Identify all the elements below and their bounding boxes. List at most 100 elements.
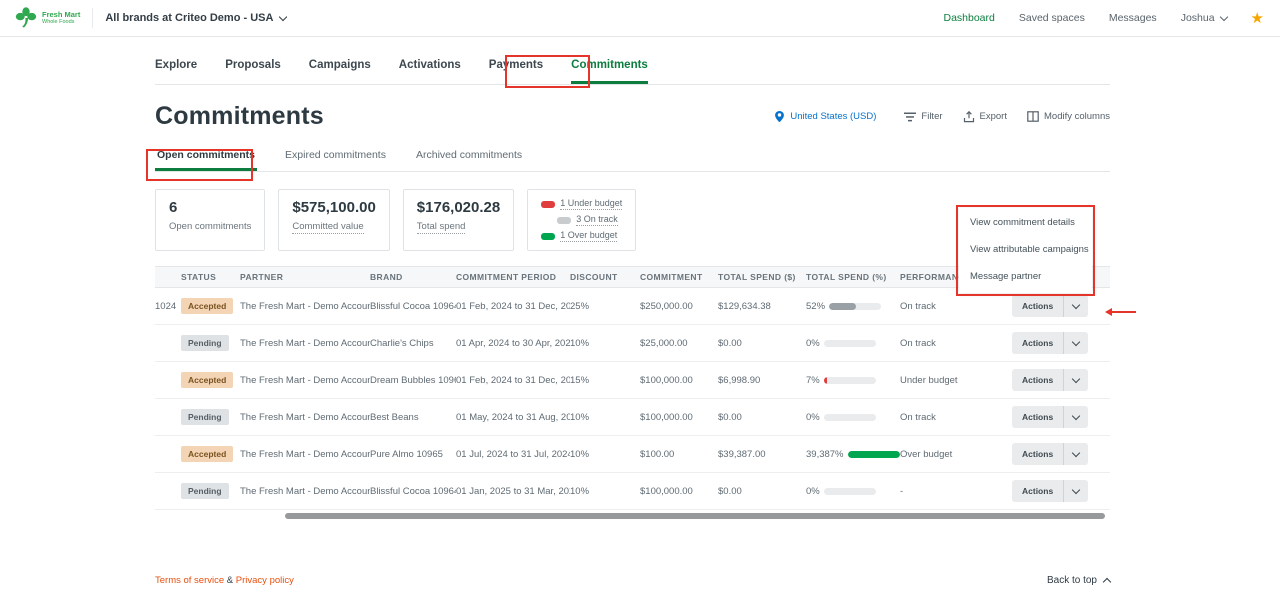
- col-total-spend-pct[interactable]: TOTAL SPEND (%): [806, 267, 900, 288]
- actions-button-label[interactable]: Actions: [1012, 486, 1063, 496]
- col-status[interactable]: STATUS: [181, 267, 240, 288]
- spend-pct-cell: 0%: [806, 399, 900, 436]
- favorite-star-icon[interactable]: ★: [1251, 11, 1264, 26]
- chevron-down-icon: [1072, 300, 1080, 308]
- actions-button[interactable]: Actions: [1012, 406, 1088, 428]
- spend-progress-bar: [824, 414, 876, 421]
- row-id: [155, 325, 181, 362]
- partner-cell: The Fresh Mart - Demo Account: [240, 325, 370, 362]
- filter-button[interactable]: Filter: [904, 111, 942, 122]
- main-tab-proposals[interactable]: Proposals: [225, 59, 281, 84]
- account-selector[interactable]: All brands at Criteo Demo - USA: [105, 12, 286, 24]
- spend-pct-cell: 7%: [806, 362, 900, 399]
- actions-dropdown[interactable]: [1064, 342, 1088, 345]
- page-root: Fresh Mart Whole Foods All brands at Cri…: [0, 0, 1280, 609]
- spend-pct-value: 0%: [806, 412, 820, 423]
- main-nav: Explore Proposals Campaigns Activations …: [155, 37, 1110, 85]
- legend-under-budget: 1 Under budget: [541, 198, 622, 210]
- card-total-spend: $176,020.28 Total spend: [403, 189, 514, 251]
- spend-pct-value: 0%: [806, 486, 820, 497]
- actions-button-label[interactable]: Actions: [1012, 449, 1063, 459]
- commitment-cell: $250,000.00: [640, 288, 718, 325]
- under-budget-label: 1 Under budget: [560, 198, 622, 210]
- actions-dropdown[interactable]: [1064, 379, 1088, 382]
- privacy-policy-link[interactable]: Privacy policy: [236, 575, 294, 586]
- actions-dropdown[interactable]: [1064, 490, 1088, 493]
- discount-cell: 25%: [570, 288, 640, 325]
- chevron-down-icon: [279, 12, 287, 20]
- col-commitment[interactable]: COMMITMENT: [640, 267, 718, 288]
- terms-of-service-link[interactable]: Terms of service: [155, 575, 224, 586]
- back-to-top-button[interactable]: Back to top: [1047, 575, 1110, 586]
- footer: Terms of service & Privacy policy Back t…: [155, 575, 1110, 586]
- total-spend-cell: $0.00: [718, 473, 806, 510]
- col-discount[interactable]: DISCOUNT: [570, 267, 640, 288]
- period-cell: 01 Apr, 2024 to 30 Apr, 2024: [456, 325, 570, 362]
- col-commitment-period[interactable]: COMMITMENT PERIOD: [456, 267, 570, 288]
- actions-button[interactable]: Actions: [1012, 480, 1088, 502]
- export-button[interactable]: Export: [963, 111, 1007, 123]
- tab-archived-commitments[interactable]: Archived commitments: [414, 139, 524, 171]
- table-row: 1024 Accepted The Fresh Mart - Demo Acco…: [155, 288, 1110, 325]
- col-brand[interactable]: BRAND: [370, 267, 456, 288]
- actions-button[interactable]: Actions: [1012, 443, 1088, 465]
- col-partner[interactable]: PARTNER: [240, 267, 370, 288]
- location-pin-icon: [774, 110, 785, 123]
- actions-button[interactable]: Actions: [1012, 332, 1088, 354]
- filter-label: Filter: [921, 111, 942, 122]
- col-total-spend-usd[interactable]: TOTAL SPEND ($): [718, 267, 806, 288]
- tab-open-commitments[interactable]: Open commitments: [155, 139, 257, 171]
- modify-columns-button[interactable]: Modify columns: [1027, 111, 1110, 122]
- committed-value-label: Committed value: [292, 221, 363, 234]
- row-id: 1024: [155, 288, 181, 325]
- locale-selector[interactable]: United States (USD): [774, 110, 876, 123]
- actions-button-label[interactable]: Actions: [1012, 338, 1063, 348]
- performance-cell: Under budget: [900, 362, 1012, 399]
- main-tab-campaigns[interactable]: Campaigns: [309, 59, 371, 84]
- horizontal-scrollbar[interactable]: [285, 513, 1105, 519]
- actions-button[interactable]: Actions: [1012, 295, 1088, 317]
- commitment-cell: $25,000.00: [640, 325, 718, 362]
- spend-progress-bar: [848, 451, 900, 458]
- actions-button[interactable]: Actions: [1012, 369, 1088, 391]
- actions-button-label[interactable]: Actions: [1012, 301, 1063, 311]
- spend-pct-cell: 52%: [806, 288, 900, 325]
- table-row: Accepted The Fresh Mart - Demo Account P…: [155, 436, 1110, 473]
- open-commitments-count: 6: [169, 199, 251, 216]
- discount-cell: 10%: [570, 325, 640, 362]
- partner-cell: The Fresh Mart - Demo Account: [240, 436, 370, 473]
- table-row: Pending The Fresh Mart - Demo Account Bl…: [155, 473, 1110, 510]
- main-tab-commitments[interactable]: Commitments: [571, 59, 648, 84]
- actions-dropdown[interactable]: [1064, 305, 1088, 308]
- spend-pct-cell: 0%: [806, 473, 900, 510]
- page-title: Commitments: [155, 102, 324, 131]
- menu-item-message-partner[interactable]: Message partner: [970, 271, 1081, 282]
- actions-button-label[interactable]: Actions: [1012, 412, 1063, 422]
- partner-cell: The Fresh Mart - Demo Account: [240, 288, 370, 325]
- commitment-cell: $100.00: [640, 436, 718, 473]
- actions-button-label[interactable]: Actions: [1012, 375, 1063, 385]
- topnav-saved-spaces[interactable]: Saved spaces: [1019, 12, 1085, 24]
- discount-cell: 10%: [570, 399, 640, 436]
- actions-context-menu: View commitment details View attributabl…: [959, 208, 1092, 293]
- main-tab-activations[interactable]: Activations: [399, 59, 461, 84]
- modify-columns-label: Modify columns: [1044, 111, 1110, 122]
- main-tab-explore[interactable]: Explore: [155, 59, 197, 84]
- menu-item-view-attributable-campaigns[interactable]: View attributable campaigns: [970, 244, 1081, 255]
- divider: [92, 8, 93, 28]
- user-menu[interactable]: Joshua: [1181, 12, 1227, 24]
- freshmart-logo[interactable]: Fresh Mart Whole Foods: [14, 6, 80, 30]
- tab-expired-commitments[interactable]: Expired commitments: [283, 139, 388, 171]
- topnav-messages[interactable]: Messages: [1109, 12, 1157, 24]
- period-cell: 01 Jul, 2024 to 31 Jul, 2024: [456, 436, 570, 473]
- actions-dropdown[interactable]: [1064, 453, 1088, 456]
- main-tab-payments[interactable]: Payments: [489, 59, 543, 84]
- actions-dropdown[interactable]: [1064, 416, 1088, 419]
- discount-cell: 10%: [570, 436, 640, 473]
- table-row: Pending The Fresh Mart - Demo Account Ch…: [155, 325, 1110, 362]
- topnav-dashboard[interactable]: Dashboard: [943, 12, 994, 24]
- under-budget-swatch-icon: [541, 201, 555, 208]
- table-row: Pending The Fresh Mart - Demo Account Be…: [155, 399, 1110, 436]
- menu-item-view-commitment-details[interactable]: View commitment details: [970, 217, 1081, 228]
- performance-legend: 1 Under budget 3 On track 1 Over budget: [527, 189, 636, 251]
